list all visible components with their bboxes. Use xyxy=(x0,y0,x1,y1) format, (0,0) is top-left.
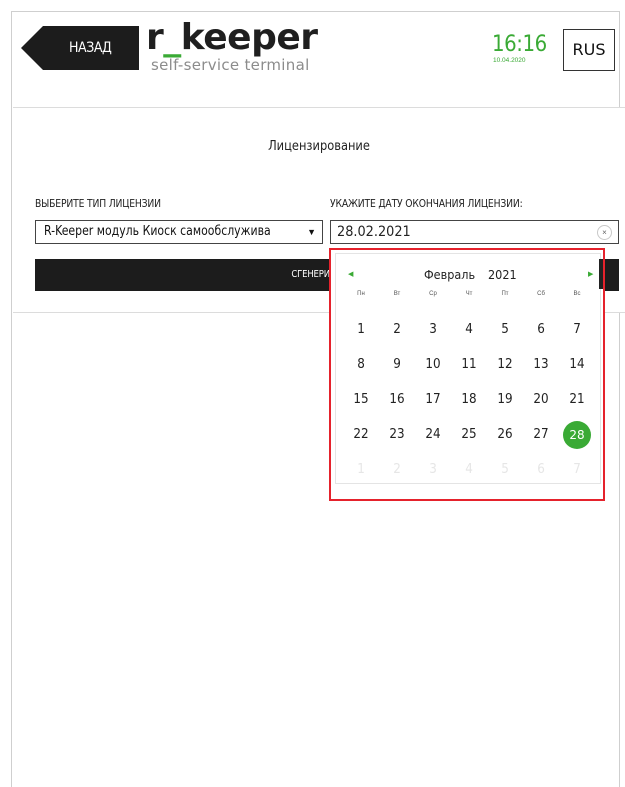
weekday-label: Вс xyxy=(573,291,581,297)
day-cell-next-month: 1 xyxy=(357,462,365,477)
weekday-label: Чт xyxy=(465,291,473,297)
day-cell[interactable]: 11 xyxy=(451,351,487,386)
weekday-label: Пн xyxy=(357,291,365,297)
datepicker-month[interactable]: Февраль xyxy=(424,267,475,282)
day-cell[interactable]: 17 xyxy=(415,386,451,421)
day-cell[interactable]: 25 xyxy=(451,421,487,456)
weekday-label: Вт xyxy=(393,291,401,297)
day-cell[interactable]: 18 xyxy=(451,386,487,421)
datepicker-year[interactable]: 2021 xyxy=(488,267,517,282)
day-cell[interactable]: 24 xyxy=(415,421,451,456)
dropdown-arrow-icon: ▼ xyxy=(307,227,316,237)
day-cell-next-month: 5 xyxy=(501,462,509,477)
day-cell[interactable]: 1 xyxy=(343,316,379,351)
license-type-value: R-Keeper модуль Киоск самообслужива xyxy=(44,224,271,239)
datepicker: ◀ Февраль 2021 ▶ Пн Вт Ср Чт Пт Сб Вс 1 … xyxy=(335,253,601,484)
day-cell[interactable]: 15 xyxy=(343,386,379,421)
license-date-value: 28.02.2021 xyxy=(337,224,411,240)
day-cell[interactable]: 3 xyxy=(415,316,451,351)
clock: 16:16 10.04.2020 xyxy=(492,32,553,65)
clear-date-button[interactable]: × xyxy=(597,225,612,240)
clock-date: 10.04.2020 xyxy=(493,57,526,64)
day-cell[interactable]: 12 xyxy=(487,351,523,386)
license-type-label: ВЫБЕРИТЕ ТИП ЛИЦЕНЗИИ xyxy=(35,198,161,210)
weekday-label: Сб xyxy=(537,291,545,297)
day-cell[interactable]: 9 xyxy=(379,351,415,386)
next-month-icon[interactable]: ▶ xyxy=(588,270,593,278)
logo-wordmark: r_keeper xyxy=(146,17,318,58)
day-cell[interactable]: 13 xyxy=(523,351,559,386)
day-cell-next-month: 2 xyxy=(393,462,401,477)
day-cell[interactable]: 8 xyxy=(343,351,379,386)
day-cell[interactable]: 19 xyxy=(487,386,523,421)
day-cell[interactable]: 20 xyxy=(523,386,559,421)
license-date-label: УКАЖИТЕ ДАТУ ОКОНЧАНИЯ ЛИЦЕНЗИИ: xyxy=(330,198,523,210)
license-type-select[interactable]: R-Keeper модуль Киоск самообслужива ▼ xyxy=(35,220,323,244)
prev-month-icon[interactable]: ◀ xyxy=(348,270,353,278)
day-cell[interactable]: 4 xyxy=(451,316,487,351)
day-cell[interactable]: 26 xyxy=(487,421,523,456)
clock-time: 16:16 xyxy=(492,32,547,57)
datepicker-scrollbar[interactable] xyxy=(599,259,603,289)
day-cell[interactable]: 10 xyxy=(415,351,451,386)
weekday-label: Пт xyxy=(501,291,509,297)
day-cell[interactable]: 7 xyxy=(559,316,595,351)
day-cell[interactable]: 2 xyxy=(379,316,415,351)
day-cell[interactable]: 22 xyxy=(343,421,379,456)
logo-subtitle: self-service terminal xyxy=(151,56,310,74)
day-cell-selected[interactable]: 28 xyxy=(559,421,595,456)
page-title: Лицензирование xyxy=(268,139,370,154)
day-cell[interactable]: 27 xyxy=(523,421,559,456)
weekday-header: Пн Вт Ср Чт Пт Сб Вс xyxy=(343,291,595,297)
day-cell[interactable]: 21 xyxy=(559,386,595,421)
back-button[interactable]: НАЗАД xyxy=(21,26,139,70)
day-cell[interactable]: 23 xyxy=(379,421,415,456)
license-date-input[interactable]: 28.02.2021 × xyxy=(330,220,619,244)
day-grid: 1 2 3 4 5 6 7 8 9 10 11 12 13 14 15 16 1… xyxy=(343,316,595,491)
day-cell[interactable]: 14 xyxy=(559,351,595,386)
weekday-label: Ср xyxy=(429,291,437,297)
day-cell[interactable]: 6 xyxy=(523,316,559,351)
day-cell-next-month: 3 xyxy=(429,462,437,477)
day-cell-next-month: 7 xyxy=(573,462,581,477)
day-cell[interactable]: 5 xyxy=(487,316,523,351)
day-cell[interactable]: 16 xyxy=(379,386,415,421)
day-cell-next-month: 4 xyxy=(465,462,473,477)
logo: r_keeper self-service terminal xyxy=(146,17,318,75)
datepicker-highlight: ◀ Февраль 2021 ▶ Пн Вт Ср Чт Пт Сб Вс 1 … xyxy=(329,248,605,501)
language-button[interactable]: RUS xyxy=(563,29,615,71)
back-button-label: НАЗАД xyxy=(69,40,112,56)
day-cell-next-month: 6 xyxy=(537,462,545,477)
